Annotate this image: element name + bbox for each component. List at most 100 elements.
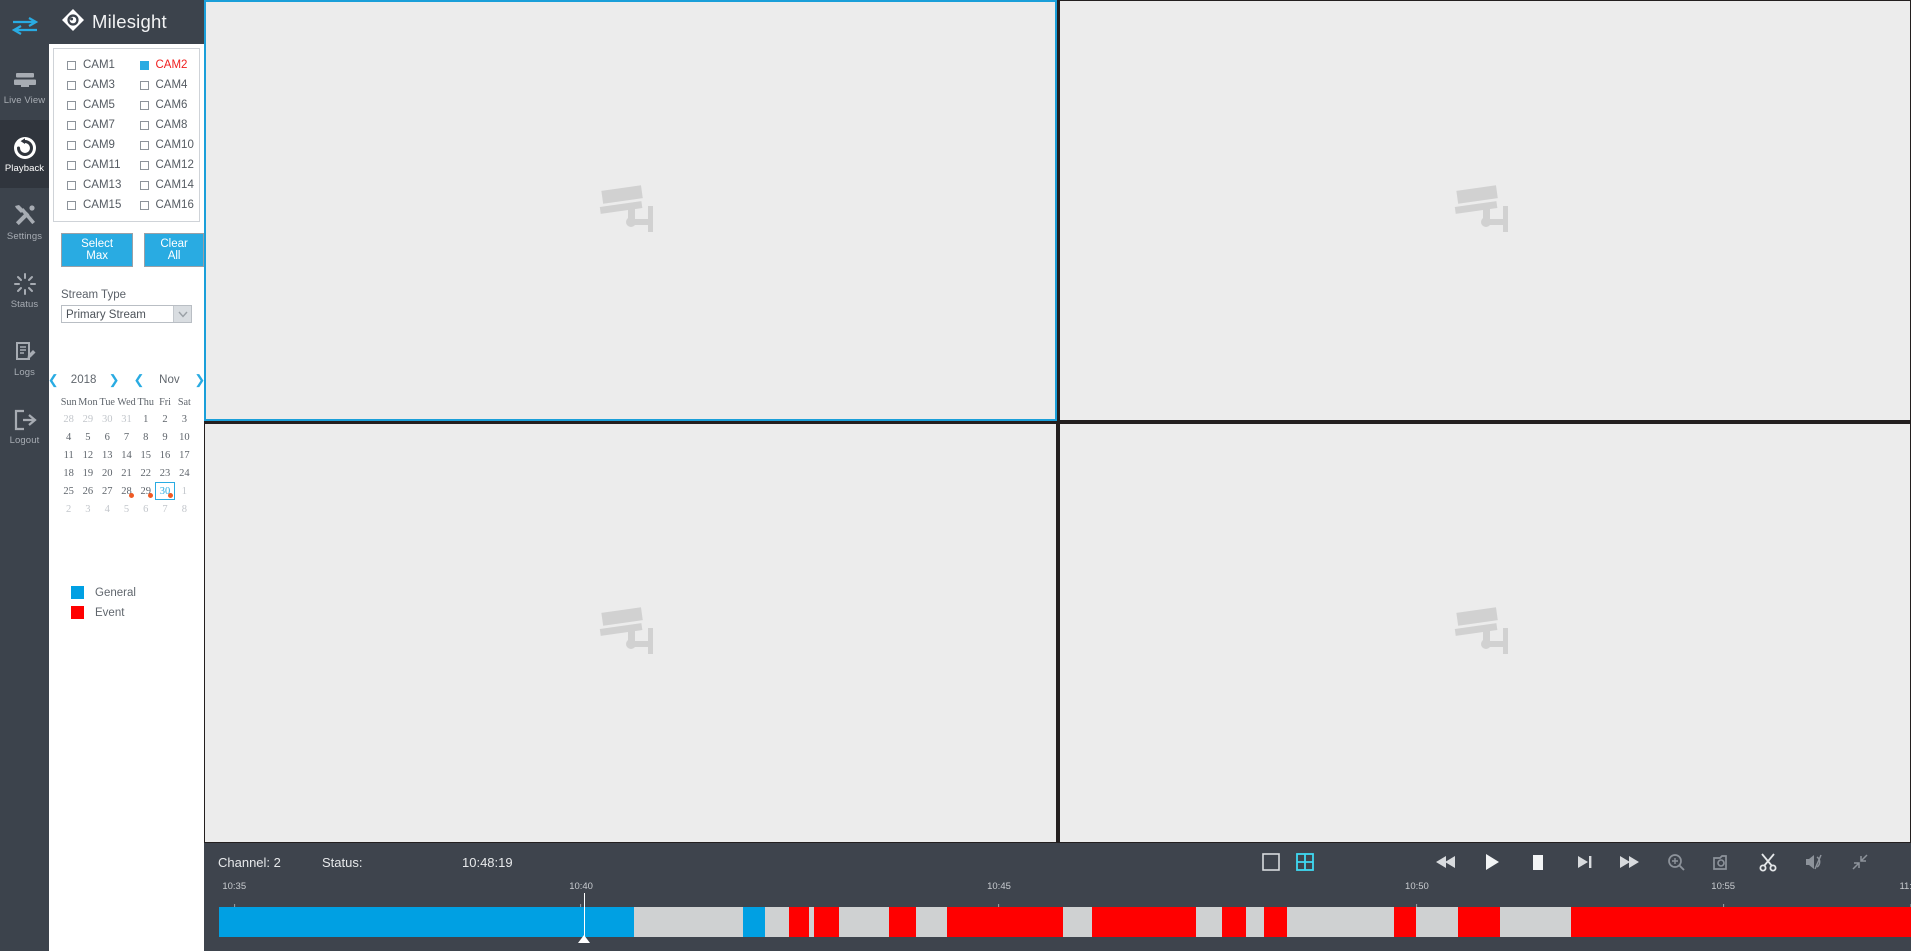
camera-item-cam12[interactable]: CAM12 — [127, 155, 200, 175]
calendar-day[interactable]: 23 — [155, 464, 174, 482]
calendar-day[interactable]: 24 — [175, 464, 194, 482]
calendar-day[interactable]: 19 — [78, 464, 97, 482]
checkbox-icon[interactable] — [139, 80, 149, 90]
timeline-track-wrapper[interactable] — [219, 893, 1911, 943]
camera-item-cam13[interactable]: CAM13 — [54, 175, 127, 195]
calendar-day[interactable]: 6 — [98, 428, 117, 446]
calendar-day[interactable]: 29 — [136, 482, 155, 500]
sidebar-item-live-view[interactable]: Live View — [0, 52, 49, 120]
calendar-day[interactable]: 17 — [175, 446, 194, 464]
stop-button[interactable] — [1515, 843, 1561, 881]
calendar-day[interactable]: 22 — [136, 464, 155, 482]
calendar-day[interactable]: 31 — [117, 410, 136, 428]
snapshot-button[interactable] — [1699, 843, 1745, 881]
timeline-segment-event[interactable] — [1092, 907, 1197, 937]
next-frame-button[interactable] — [1561, 843, 1607, 881]
timeline-segment-event[interactable] — [1458, 907, 1500, 937]
calendar-day[interactable]: 3 — [175, 410, 194, 428]
prev-year-button[interactable]: ❮ — [42, 373, 65, 386]
calendar-day[interactable]: 30 — [155, 482, 175, 500]
video-pane-2[interactable] — [1058, 0, 1911, 421]
calendar-day[interactable]: 2 — [155, 410, 174, 428]
clear-all-button[interactable]: Clear All — [144, 233, 204, 267]
calendar-day[interactable]: 28 — [117, 482, 136, 500]
video-pane-1[interactable] — [204, 0, 1057, 421]
calendar-day[interactable]: 12 — [78, 446, 97, 464]
calendar-day[interactable]: 29 — [78, 410, 97, 428]
calendar-day[interactable]: 5 — [78, 428, 97, 446]
timeline-segment-event[interactable] — [813, 907, 839, 937]
camera-item-cam11[interactable]: CAM11 — [54, 155, 127, 175]
calendar-day[interactable]: 2 — [59, 500, 78, 518]
calendar-day[interactable]: 3 — [78, 500, 97, 518]
calendar-day[interactable]: 9 — [155, 428, 174, 446]
mute-button[interactable] — [1791, 843, 1837, 881]
play-button[interactable] — [1469, 843, 1515, 881]
calendar-day[interactable]: 18 — [59, 464, 78, 482]
checkbox-icon[interactable] — [139, 140, 149, 150]
checkbox-icon[interactable] — [139, 180, 149, 190]
timeline-playhead[interactable] — [577, 893, 590, 943]
sidebar-item-settings[interactable]: Settings — [0, 188, 49, 256]
exit-fullscreen-button[interactable] — [1837, 843, 1883, 881]
calendar-day[interactable]: 7 — [117, 428, 136, 446]
camera-item-cam7[interactable]: CAM7 — [54, 115, 127, 135]
collapse-arrows-icon[interactable] — [0, 0, 49, 52]
video-pane-4[interactable] — [1058, 422, 1911, 843]
camera-item-cam4[interactable]: CAM4 — [127, 75, 200, 95]
checkbox-icon[interactable] — [139, 60, 149, 70]
calendar-day[interactable]: 1 — [175, 482, 194, 500]
calendar-day[interactable]: 16 — [155, 446, 174, 464]
calendar-day[interactable]: 8 — [136, 428, 155, 446]
calendar-day[interactable]: 6 — [136, 500, 155, 518]
checkbox-icon[interactable] — [139, 100, 149, 110]
checkbox-icon[interactable] — [67, 120, 76, 130]
clip-button[interactable] — [1745, 843, 1791, 881]
rewind-button[interactable] — [1423, 843, 1469, 881]
calendar-day[interactable]: 4 — [59, 428, 78, 446]
calendar-day[interactable]: 14 — [117, 446, 136, 464]
camera-item-cam5[interactable]: CAM5 — [54, 95, 127, 115]
fast-forward-button[interactable] — [1607, 843, 1653, 881]
timeline-segment-event[interactable] — [1393, 907, 1417, 937]
camera-item-cam1[interactable]: CAM1 — [54, 55, 127, 75]
camera-item-cam3[interactable]: CAM3 — [54, 75, 127, 95]
calendar-day[interactable]: 8 — [175, 500, 194, 518]
checkbox-icon[interactable] — [67, 80, 76, 90]
timeline-segment-event[interactable] — [888, 907, 917, 937]
timeline-segment-event[interactable] — [1222, 907, 1247, 937]
calendar-day[interactable]: 27 — [98, 482, 117, 500]
checkbox-icon[interactable] — [67, 100, 76, 110]
select-max-button[interactable]: Select Max — [61, 233, 134, 267]
calendar-day[interactable]: 1 — [136, 410, 155, 428]
calendar-day[interactable]: 7 — [155, 500, 174, 518]
calendar-day[interactable]: 26 — [78, 482, 97, 500]
checkbox-icon[interactable] — [139, 160, 149, 170]
calendar-day[interactable]: 21 — [117, 464, 136, 482]
calendar-day[interactable]: 4 — [98, 500, 117, 518]
checkbox-icon[interactable] — [67, 160, 76, 170]
layout-1x1-button[interactable] — [1261, 852, 1281, 872]
calendar-day[interactable]: 11 — [59, 446, 78, 464]
timeline-segment-event[interactable] — [1571, 907, 1911, 937]
timeline-segment-event[interactable] — [1263, 907, 1287, 937]
camera-item-cam9[interactable]: CAM9 — [54, 135, 127, 155]
camera-item-cam10[interactable]: CAM10 — [127, 135, 200, 155]
camera-item-cam2[interactable]: CAM2 — [127, 55, 200, 75]
checkbox-icon[interactable] — [67, 140, 76, 150]
checkbox-icon[interactable] — [67, 200, 76, 210]
calendar-day[interactable]: 28 — [59, 410, 78, 428]
camera-item-cam15[interactable]: CAM15 — [54, 195, 127, 215]
sidebar-item-playback[interactable]: Playback — [0, 120, 49, 188]
checkbox-icon[interactable] — [67, 180, 76, 190]
camera-item-cam8[interactable]: CAM8 — [127, 115, 200, 135]
sidebar-item-logout[interactable]: Logout — [0, 392, 49, 460]
timeline-segment-general[interactable] — [219, 907, 634, 937]
layout-2x2-button[interactable] — [1295, 852, 1315, 872]
calendar-day[interactable]: 10 — [175, 428, 194, 446]
camera-item-cam16[interactable]: CAM16 — [127, 195, 200, 215]
camera-item-cam14[interactable]: CAM14 — [127, 175, 200, 195]
camera-item-cam6[interactable]: CAM6 — [127, 95, 200, 115]
sidebar-item-status[interactable]: Status — [0, 256, 49, 324]
timeline-segment-event[interactable] — [947, 907, 1063, 937]
